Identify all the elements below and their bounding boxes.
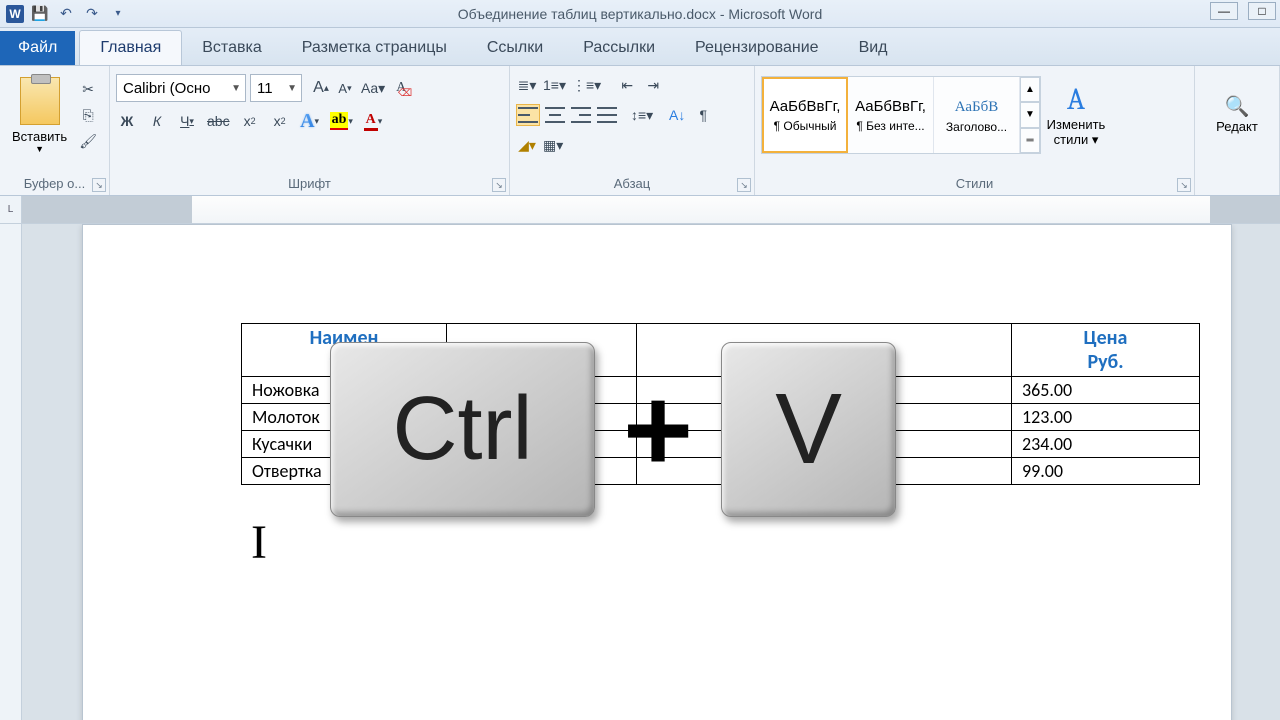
clipboard-launcher-icon[interactable]: ↘ xyxy=(92,178,106,192)
group-paragraph-label: Абзац xyxy=(516,174,748,193)
table-header-price[interactable]: Цена Руб. xyxy=(1012,324,1200,377)
line-spacing-icon[interactable]: ↕≡▾ xyxy=(630,104,654,126)
chevron-down-icon: ▼ xyxy=(287,83,297,94)
tab-references[interactable]: Ссылки xyxy=(467,31,563,65)
maximize-button[interactable]: □ xyxy=(1248,2,1276,20)
style-normal[interactable]: АаБбВвГг, ¶ Обычный xyxy=(762,77,848,153)
word-app-icon: W xyxy=(6,5,24,23)
multilevel-list-icon[interactable]: ⋮≡▾ xyxy=(571,74,602,96)
font-name-combo[interactable]: Calibri (Осно ▼ xyxy=(116,74,246,102)
editing-label: Редакт xyxy=(1216,119,1258,134)
show-marks-icon[interactable]: ¶ xyxy=(692,104,714,126)
style-no-spacing[interactable]: АаБбВвГг, ¶ Без инте... xyxy=(848,77,934,153)
clear-formatting-icon[interactable]: A⌫ xyxy=(390,77,412,99)
v-key: V xyxy=(721,342,896,517)
gallery-scroll[interactable]: ▲ ▼ ═ xyxy=(1020,77,1040,153)
ribbon: Вставить ▼ ✂ ⎘ 🖌 Буфер о... ↘ Calibri (О… xyxy=(0,66,1280,196)
format-painter-icon[interactable]: 🖌 xyxy=(77,130,99,152)
bold-button[interactable]: Ж xyxy=(116,110,138,132)
window-title: Объединение таблиц вертикально.docx - Mi… xyxy=(458,6,823,22)
align-justify-button[interactable] xyxy=(596,104,618,126)
group-font-label: Шрифт xyxy=(116,174,503,193)
tab-view[interactable]: Вид xyxy=(839,31,908,65)
shrink-font-icon[interactable]: A▾ xyxy=(334,77,356,99)
window-controls: — □ xyxy=(1210,2,1276,20)
shading-icon[interactable]: ◢▾ xyxy=(516,134,538,156)
increase-indent-icon[interactable]: ⇥ xyxy=(642,74,664,96)
shortcut-overlay: Ctrl + V xyxy=(330,342,896,517)
styles-gallery[interactable]: АаБбВвГг, ¶ Обычный АаБбВвГг, ¶ Без инте… xyxy=(761,76,1041,154)
tab-mailings[interactable]: Рассылки xyxy=(563,31,675,65)
tab-home[interactable]: Главная xyxy=(79,30,182,65)
borders-icon[interactable]: ▦▾ xyxy=(542,134,564,156)
tab-file[interactable]: Файл xyxy=(0,31,75,65)
style-heading1[interactable]: АаБбВ Заголово... xyxy=(934,77,1020,153)
ribbon-tabs: Файл Главная Вставка Разметка страницы С… xyxy=(0,28,1280,66)
decrease-indent-icon[interactable]: ⇤ xyxy=(616,74,638,96)
plus-icon: + xyxy=(623,370,693,490)
align-left-button[interactable] xyxy=(516,104,540,126)
quick-access-toolbar: W 💾 ↶ ↷ ▾ xyxy=(0,4,128,24)
change-styles-icon: A xyxy=(1067,82,1085,117)
paste-dropdown-icon[interactable]: ▼ xyxy=(35,144,44,154)
horizontal-ruler[interactable] xyxy=(22,196,1280,223)
bullets-icon[interactable]: ≣▾ xyxy=(516,74,538,96)
group-clipboard: Вставить ▼ ✂ ⎘ 🖌 Буфер о... ↘ xyxy=(0,66,110,195)
grow-font-icon[interactable]: A▴ xyxy=(310,77,332,99)
change-styles-label: Изменить стили ▾ xyxy=(1043,117,1109,148)
gallery-down-icon[interactable]: ▼ xyxy=(1020,102,1040,127)
font-size-value: 11 xyxy=(257,80,273,97)
font-name-value: Calibri (Осно xyxy=(123,80,210,97)
gallery-up-icon[interactable]: ▲ xyxy=(1020,77,1040,102)
redo-icon[interactable]: ↷ xyxy=(82,4,102,24)
sort-icon[interactable]: A↓ xyxy=(666,104,688,126)
group-styles-label: Стили xyxy=(761,174,1188,193)
gallery-more-icon[interactable]: ═ xyxy=(1020,128,1040,153)
group-font: Calibri (Осно ▼ 11 ▼ A▴ A▾ Aa▾ A⌫ Ж К Ч▾… xyxy=(110,66,510,195)
qat-dropdown-icon[interactable]: ▾ xyxy=(108,4,128,24)
undo-icon[interactable]: ↶ xyxy=(56,4,76,24)
tab-selector[interactable]: L xyxy=(0,196,22,223)
paragraph-launcher-icon[interactable]: ↘ xyxy=(737,178,751,192)
group-styles: АаБбВвГг, ¶ Обычный АаБбВвГг, ¶ Без инте… xyxy=(755,66,1195,195)
underline-button[interactable]: Ч▾ xyxy=(176,110,198,132)
tab-insert[interactable]: Вставка xyxy=(182,31,281,65)
group-clipboard-label: Буфер о... xyxy=(6,174,103,193)
find-icon: 🔍 xyxy=(1225,94,1250,119)
group-editing: 🔍 Редакт xyxy=(1195,66,1280,195)
minimize-button[interactable]: — xyxy=(1210,2,1238,20)
strikethrough-button[interactable]: abc xyxy=(206,110,231,132)
font-size-combo[interactable]: 11 ▼ xyxy=(250,74,302,102)
save-icon[interactable]: 💾 xyxy=(30,4,50,24)
numbering-icon[interactable]: 1≡▾ xyxy=(542,74,567,96)
ruler-row: L xyxy=(0,196,1280,224)
paste-label: Вставить xyxy=(12,129,67,144)
tab-page-layout[interactable]: Разметка страницы xyxy=(282,31,467,65)
change-styles-button[interactable]: A Изменить стили ▾ xyxy=(1041,71,1111,159)
paste-button[interactable]: Вставить ▼ xyxy=(6,75,73,156)
cut-icon[interactable]: ✂ xyxy=(77,78,99,100)
change-case-icon[interactable]: Aa▾ xyxy=(360,77,386,99)
tab-review[interactable]: Рецензирование xyxy=(675,31,839,65)
text-effects-icon[interactable]: A▾ xyxy=(299,110,321,132)
text-cursor-icon: I xyxy=(251,515,267,570)
align-center-button[interactable] xyxy=(544,104,566,126)
highlight-icon[interactable]: ab▾ xyxy=(329,110,354,132)
title-bar: W 💾 ↶ ↷ ▾ Объединение таблиц вертикально… xyxy=(0,0,1280,28)
copy-icon[interactable]: ⎘ xyxy=(77,104,99,126)
editing-button[interactable]: 🔍 Редакт xyxy=(1201,70,1273,158)
italic-button[interactable]: К xyxy=(146,110,168,132)
superscript-button[interactable]: x2 xyxy=(269,110,291,132)
paste-icon xyxy=(20,77,60,125)
subscript-button[interactable]: x2 xyxy=(239,110,261,132)
align-right-button[interactable] xyxy=(570,104,592,126)
font-color-icon[interactable]: A▾ xyxy=(362,110,384,132)
vertical-ruler[interactable] xyxy=(0,224,22,720)
chevron-down-icon: ▼ xyxy=(231,83,241,94)
font-launcher-icon[interactable]: ↘ xyxy=(492,178,506,192)
ctrl-key: Ctrl xyxy=(330,342,595,517)
styles-launcher-icon[interactable]: ↘ xyxy=(1177,178,1191,192)
group-paragraph: ≣▾ 1≡▾ ⋮≡▾ ⇤ ⇥ ↕≡▾ A↓ ¶ ◢▾ ▦▾ xyxy=(510,66,755,195)
